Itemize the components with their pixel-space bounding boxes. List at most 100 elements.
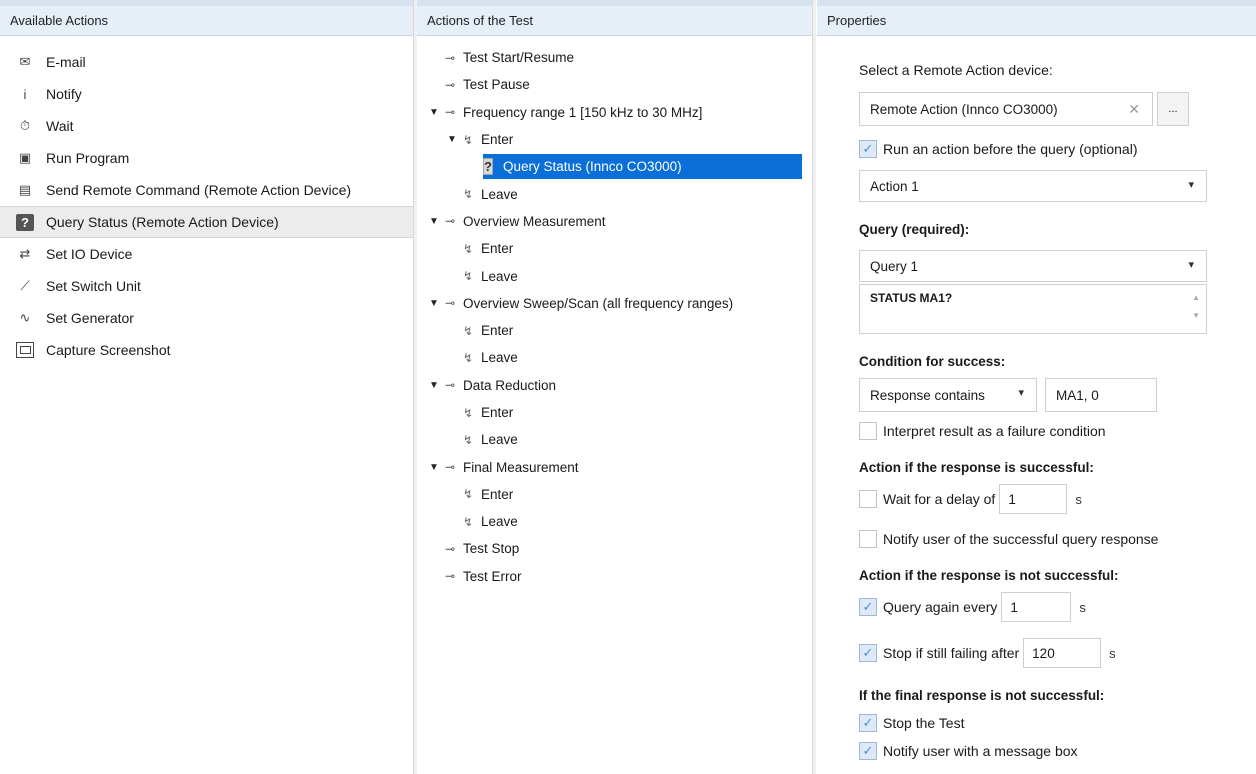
tree-node-label: Enter [481, 323, 514, 339]
query-again-unit: s [1079, 599, 1086, 615]
action-select[interactable]: Action 1 [859, 170, 1207, 202]
condition-mode-select[interactable]: Response contains [859, 378, 1037, 412]
step-icon: ↯ [462, 432, 474, 447]
tree-node[interactable]: ↯ Leave [417, 180, 812, 207]
envelope-icon: ✉ [19, 54, 31, 69]
tree-node-label: Enter [481, 486, 514, 502]
available-action-item[interactable]: ✉ E-mail [0, 46, 413, 78]
wait-label: Wait for a delay of [883, 491, 996, 507]
stop-test-checkbox[interactable]: ✓ [859, 714, 877, 732]
textarea-scroll-icon[interactable]: ▲ ▼ [1192, 289, 1200, 325]
tree-node[interactable]: ↯ Leave [417, 262, 812, 289]
query-text-area[interactable]: STATUS MA1? ▲ ▼ [859, 284, 1207, 334]
tree-node[interactable]: ↯ Enter [417, 235, 812, 262]
expand-arrow-icon[interactable]: ▼ [427, 462, 441, 473]
stop-failing-input[interactable]: 120 [1023, 638, 1102, 668]
properties-panel: Properties Select a Remote Action device… [817, 0, 1256, 774]
tree-node-label: Test Stop [463, 541, 520, 557]
available-action-item[interactable]: ▤ Send Remote Command (Remote Action Devi… [0, 174, 413, 206]
step-icon: ↯ [462, 487, 474, 502]
test-actions-tree: ⊸ Test Start/Resume ⊸ Test Pause ▼ ⊸ Frequency… [417, 36, 812, 590]
available-action-label: Send Remote Command (Remote Action Devic… [46, 182, 352, 198]
event-icon: ⊸ [444, 296, 456, 311]
available-action-label: Notify [46, 86, 82, 102]
wait-checkbox[interactable] [859, 490, 877, 508]
event-icon: ⊸ [444, 569, 456, 584]
run-action-label: Run an action before the query (optional… [883, 141, 1138, 157]
tree-node[interactable]: ↯ Leave [417, 426, 812, 453]
tree-node[interactable]: ⊸ Test Start/Resume [417, 44, 812, 71]
interpret-row[interactable]: Interpret result as a failure condition [859, 422, 1106, 440]
available-action-item[interactable]: Capture Screenshot [0, 334, 413, 366]
stop-test-row[interactable]: ✓ Stop the Test [859, 714, 964, 732]
device-field[interactable]: Remote Action (Innco CO3000) ✕ [859, 92, 1153, 126]
stopwatch-icon: ⏱ [19, 118, 31, 133]
splitter-right[interactable] [813, 0, 816, 774]
program-icon: ▣ [18, 150, 32, 165]
tree-node-label: Overview Measurement [463, 213, 606, 229]
wait-input[interactable]: 1 [999, 484, 1068, 514]
wait-row[interactable]: Wait for a delay of 1 s [859, 484, 1082, 514]
clear-icon[interactable]: ✕ [1128, 101, 1140, 118]
available-action-label: Set IO Device [46, 246, 133, 262]
run-action-row[interactable]: ✓ Run an action before the query (option… [859, 140, 1138, 158]
stop-failing-label: Stop if still failing after [883, 645, 1020, 661]
expand-arrow-icon[interactable]: ▼ [427, 380, 441, 391]
tree-node[interactable]: ↯ Enter [417, 481, 812, 508]
notify-box-row[interactable]: ✓ Notify user with a message box [859, 742, 1078, 760]
event-icon: ⊸ [444, 50, 456, 65]
tree-node[interactable]: ▼ ↯ Enter [417, 126, 812, 153]
success-heading: Action if the response is successful: [859, 460, 1094, 475]
available-action-item[interactable]: ∿ Set Generator [0, 302, 413, 334]
notify-success-checkbox[interactable] [859, 530, 877, 548]
tree-node-label: Leave [481, 186, 518, 202]
tree-node[interactable]: ▼ ⊸ Data Reduction [417, 372, 812, 399]
stop-failing-checkbox[interactable]: ✓ [859, 644, 877, 662]
expand-arrow-icon[interactable]: ▼ [427, 216, 441, 227]
query-again-checkbox[interactable]: ✓ [859, 598, 877, 616]
run-action-checkbox[interactable]: ✓ [859, 140, 877, 158]
browse-button[interactable]: ... [1157, 92, 1189, 126]
available-action-item[interactable]: ⏱ Wait [0, 110, 413, 142]
tree-node[interactable]: ⊸ Test Stop [417, 535, 812, 562]
tree-node[interactable]: ↯ Enter [417, 399, 812, 426]
available-actions-list: ✉ E-mail i Notify ⏱ Wait ▣ Run Program ▤ Send Rem… [0, 36, 413, 366]
available-action-item[interactable]: ? Query Status (Remote Action Device) [0, 206, 413, 238]
interpret-checkbox[interactable] [859, 422, 877, 440]
expand-arrow-icon[interactable]: ▼ [445, 134, 459, 145]
tree-node[interactable]: ▼ ⊸ Frequency range 1 [150 kHz to 30 MHz] [417, 99, 812, 126]
available-action-item[interactable]: ⇄ Set IO Device [0, 238, 413, 270]
available-action-item[interactable]: ▣ Run Program [0, 142, 413, 174]
query-select[interactable]: Query 1 [859, 250, 1207, 282]
available-action-item[interactable]: ⟋ Set Switch Unit [0, 270, 413, 302]
tree-node-label: Enter [481, 241, 514, 257]
tree-node[interactable]: ⊸ Test Error [417, 563, 812, 590]
available-action-label: Run Program [46, 150, 130, 166]
available-action-label: Set Switch Unit [46, 278, 141, 294]
available-action-item[interactable]: i Notify [0, 78, 413, 110]
tree-node[interactable]: ⊸ Test Pause [417, 71, 812, 98]
notify-success-label: Notify user of the successful query resp… [883, 531, 1159, 547]
tree-node[interactable]: ↯ Enter [417, 317, 812, 344]
tree-node-label: Leave [481, 514, 518, 530]
tree-node[interactable]: ↯ Leave [417, 344, 812, 371]
final-heading: If the final response is not successful: [859, 688, 1105, 703]
tree-node[interactable]: ▼ ⊸ Overview Sweep/Scan (all frequency ran… [417, 290, 812, 317]
available-action-label: Query Status (Remote Action Device) [46, 214, 279, 230]
query-again-row[interactable]: ✓ Query again every 1 s [859, 592, 1086, 622]
expand-arrow-icon[interactable]: ▼ [427, 298, 441, 309]
tree-node[interactable]: ▼ ⊸ Final Measurement [417, 453, 812, 480]
tree-node-label: Test Pause [463, 77, 530, 93]
device-value: Remote Action (Innco CO3000) [870, 101, 1058, 117]
condition-value-input[interactable]: MA1, 0 [1045, 378, 1157, 412]
step-icon: ↯ [462, 241, 474, 256]
stop-failing-row[interactable]: ✓ Stop if still failing after 120 s [859, 638, 1116, 668]
step-icon: ↯ [462, 132, 474, 147]
tree-node[interactable]: ▼ ⊸ Overview Measurement [417, 208, 812, 235]
tree-node-selected[interactable]: ? Query Status (Innco CO3000) [417, 153, 812, 180]
tree-node[interactable]: ↯ Leave [417, 508, 812, 535]
expand-arrow-icon[interactable]: ▼ [427, 107, 441, 118]
notify-box-checkbox[interactable]: ✓ [859, 742, 877, 760]
notify-success-row[interactable]: Notify user of the successful query resp… [859, 530, 1158, 548]
query-again-input[interactable]: 1 [1001, 592, 1072, 622]
